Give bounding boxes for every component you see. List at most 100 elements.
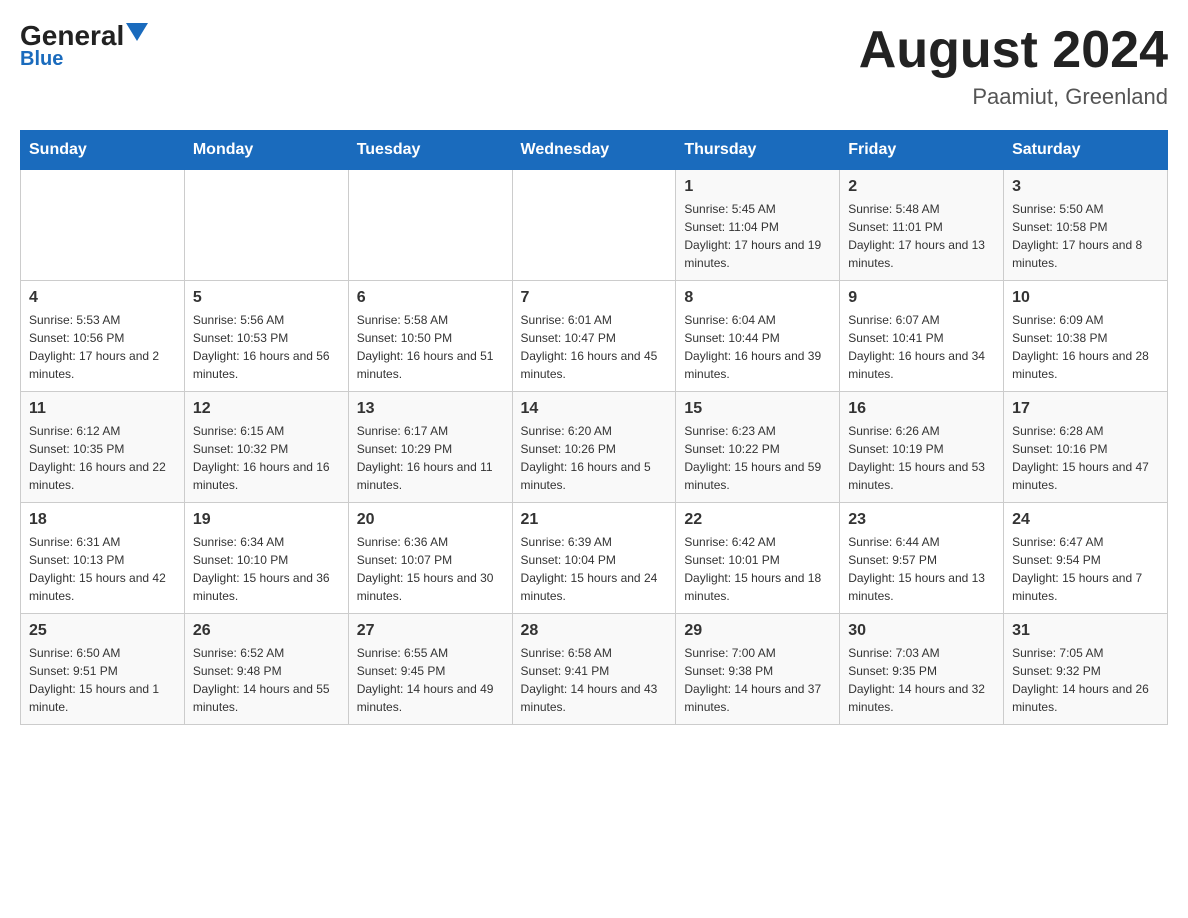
day-number: 13 (357, 400, 504, 418)
calendar-cell: 23 Sunrise: 6:44 AM Sunset: 9:57 PM Dayli… (840, 503, 1004, 614)
day-number: 17 (1012, 400, 1159, 418)
calendar-cell (348, 170, 512, 281)
day-info: Sunrise: 6:28 AM Sunset: 10:16 PM Daylig… (1012, 422, 1159, 494)
calendar-header: SundayMondayTuesdayWednesdayThursdayFrid… (21, 131, 1168, 170)
calendar-cell: 27Sunrise: 6:55 AM Sunset: 9:45 PM Dayli… (348, 614, 512, 725)
day-info: Sunrise: 6:04 AM Sunset: 10:44 PM Daylig… (684, 311, 831, 383)
day-info: Sunrise: 6:36 AM Sunset: 10:07 PM Daylig… (357, 533, 504, 605)
calendar-cell: 16Sunrise: 6:26 AM Sunset: 10:19 PM Dayl… (840, 392, 1004, 503)
calendar-cell: 28Sunrise: 6:58 AM Sunset: 9:41 PM Dayli… (512, 614, 676, 725)
calendar-cell: 17 Sunrise: 6:28 AM Sunset: 10:16 PM Dayl… (1004, 392, 1168, 503)
calendar-cell: 5Sunrise: 5:56 AM Sunset: 10:53 PM Dayli… (184, 281, 348, 392)
day-info: Sunrise: 6:20 AM Sunset: 10:26 PM Daylig… (521, 422, 668, 494)
day-number: 1 (684, 178, 831, 196)
day-info: Sunrise: 6:09 AM Sunset: 10:38 PM Daylig… (1012, 311, 1159, 383)
day-number: 29 (684, 622, 831, 640)
calendar-cell: 21Sunrise: 6:39 AM Sunset: 10:04 PM Dayl… (512, 503, 676, 614)
day-number: 12 (193, 400, 340, 418)
day-info: Sunrise: 6:47 AM Sunset: 9:54 PM Dayligh… (1012, 533, 1159, 605)
calendar-cell: 2 Sunrise: 5:48 AM Sunset: 11:01 PM Dayli… (840, 170, 1004, 281)
day-info: Sunrise: 6:15 AM Sunset: 10:32 PM Daylig… (193, 422, 340, 494)
day-number: 15 (684, 400, 831, 418)
title-section: August 2024 Paamiut, Greenland (859, 20, 1168, 110)
calendar-table: SundayMondayTuesdayWednesdayThursdayFrid… (20, 130, 1168, 725)
calendar-cell: 29 Sunrise: 7:00 AM Sunset: 9:38 PM Dayli… (676, 614, 840, 725)
header-cell-monday: Monday (184, 131, 348, 170)
calendar-cell: 13 Sunrise: 6:17 AM Sunset: 10:29 PM Dayl… (348, 392, 512, 503)
day-number: 5 (193, 289, 340, 307)
calendar-cell: 9 Sunrise: 6:07 AM Sunset: 10:41 PM Dayli… (840, 281, 1004, 392)
calendar-cell: 14Sunrise: 6:20 AM Sunset: 10:26 PM Dayl… (512, 392, 676, 503)
calendar-cell: 8 Sunrise: 6:04 AM Sunset: 10:44 PM Dayli… (676, 281, 840, 392)
calendar-cell: 18 Sunrise: 6:31 AM Sunset: 10:13 PM Dayl… (21, 503, 185, 614)
week-row-5: 25Sunrise: 6:50 AM Sunset: 9:51 PM Dayli… (21, 614, 1168, 725)
week-row-4: 18 Sunrise: 6:31 AM Sunset: 10:13 PM Dayl… (21, 503, 1168, 614)
day-info: Sunrise: 7:00 AM Sunset: 9:38 PM Dayligh… (684, 644, 831, 716)
day-info: Sunrise: 6:01 AM Sunset: 10:47 PM Daylig… (521, 311, 668, 383)
calendar-cell: 12 Sunrise: 6:15 AM Sunset: 10:32 PM Dayl… (184, 392, 348, 503)
calendar-cell: 19Sunrise: 6:34 AM Sunset: 10:10 PM Dayl… (184, 503, 348, 614)
calendar-cell (512, 170, 676, 281)
calendar-cell: 7Sunrise: 6:01 AM Sunset: 10:47 PM Dayli… (512, 281, 676, 392)
day-number: 18 (29, 511, 176, 529)
day-info: Sunrise: 6:58 AM Sunset: 9:41 PM Dayligh… (521, 644, 668, 716)
header-cell-tuesday: Tuesday (348, 131, 512, 170)
calendar-cell: 4 Sunrise: 5:53 AM Sunset: 10:56 PM Dayli… (21, 281, 185, 392)
calendar-cell: 3 Sunrise: 5:50 AM Sunset: 10:58 PM Dayli… (1004, 170, 1168, 281)
day-number: 9 (848, 289, 995, 307)
day-number: 22 (684, 511, 831, 529)
day-info: Sunrise: 6:17 AM Sunset: 10:29 PM Daylig… (357, 422, 504, 494)
calendar-cell: 10Sunrise: 6:09 AM Sunset: 10:38 PM Dayl… (1004, 281, 1168, 392)
logo-triangle-icon (126, 23, 148, 45)
calendar-cell: 24 Sunrise: 6:47 AM Sunset: 9:54 PM Dayli… (1004, 503, 1168, 614)
month-title: August 2024 (859, 20, 1168, 80)
day-info: Sunrise: 5:53 AM Sunset: 10:56 PM Daylig… (29, 311, 176, 383)
calendar-cell (21, 170, 185, 281)
day-number: 16 (848, 400, 995, 418)
week-row-2: 4 Sunrise: 5:53 AM Sunset: 10:56 PM Dayli… (21, 281, 1168, 392)
day-number: 4 (29, 289, 176, 307)
day-info: Sunrise: 6:52 AM Sunset: 9:48 PM Dayligh… (193, 644, 340, 716)
day-number: 3 (1012, 178, 1159, 196)
calendar-cell: 31 Sunrise: 7:05 AM Sunset: 9:32 PM Dayli… (1004, 614, 1168, 725)
week-row-3: 11Sunrise: 6:12 AM Sunset: 10:35 PM Dayl… (21, 392, 1168, 503)
calendar-cell: 30Sunrise: 7:03 AM Sunset: 9:35 PM Dayli… (840, 614, 1004, 725)
calendar-cell (184, 170, 348, 281)
day-number: 8 (684, 289, 831, 307)
day-info: Sunrise: 5:45 AM Sunset: 11:04 PM Daylig… (684, 200, 831, 272)
day-info: Sunrise: 5:50 AM Sunset: 10:58 PM Daylig… (1012, 200, 1159, 272)
calendar-body: 1 Sunrise: 5:45 AM Sunset: 11:04 PM Dayli… (21, 170, 1168, 725)
day-info: Sunrise: 5:58 AM Sunset: 10:50 PM Daylig… (357, 311, 504, 383)
week-row-1: 1 Sunrise: 5:45 AM Sunset: 11:04 PM Dayli… (21, 170, 1168, 281)
calendar-cell: 26Sunrise: 6:52 AM Sunset: 9:48 PM Dayli… (184, 614, 348, 725)
day-info: Sunrise: 7:03 AM Sunset: 9:35 PM Dayligh… (848, 644, 995, 716)
calendar-cell: 11Sunrise: 6:12 AM Sunset: 10:35 PM Dayl… (21, 392, 185, 503)
day-number: 2 (848, 178, 995, 196)
calendar-cell: 22 Sunrise: 6:42 AM Sunset: 10:01 PM Dayl… (676, 503, 840, 614)
day-number: 31 (1012, 622, 1159, 640)
day-info: Sunrise: 6:31 AM Sunset: 10:13 PM Daylig… (29, 533, 176, 605)
header-cell-thursday: Thursday (676, 131, 840, 170)
day-info: Sunrise: 6:50 AM Sunset: 9:51 PM Dayligh… (29, 644, 176, 716)
day-info: Sunrise: 6:42 AM Sunset: 10:01 PM Daylig… (684, 533, 831, 605)
day-info: Sunrise: 5:48 AM Sunset: 11:01 PM Daylig… (848, 200, 995, 272)
header-cell-saturday: Saturday (1004, 131, 1168, 170)
day-number: 6 (357, 289, 504, 307)
header-cell-sunday: Sunday (21, 131, 185, 170)
header-row: SundayMondayTuesdayWednesdayThursdayFrid… (21, 131, 1168, 170)
day-info: Sunrise: 6:23 AM Sunset: 10:22 PM Daylig… (684, 422, 831, 494)
calendar-cell: 25Sunrise: 6:50 AM Sunset: 9:51 PM Dayli… (21, 614, 185, 725)
calendar-cell: 20 Sunrise: 6:36 AM Sunset: 10:07 PM Dayl… (348, 503, 512, 614)
day-number: 27 (357, 622, 504, 640)
day-number: 19 (193, 511, 340, 529)
day-number: 24 (1012, 511, 1159, 529)
day-number: 23 (848, 511, 995, 529)
day-info: Sunrise: 6:07 AM Sunset: 10:41 PM Daylig… (848, 311, 995, 383)
calendar-cell: 15 Sunrise: 6:23 AM Sunset: 10:22 PM Dayl… (676, 392, 840, 503)
day-info: Sunrise: 7:05 AM Sunset: 9:32 PM Dayligh… (1012, 644, 1159, 716)
day-info: Sunrise: 6:12 AM Sunset: 10:35 PM Daylig… (29, 422, 176, 494)
logo-text-blue: Blue (20, 48, 63, 71)
day-number: 20 (357, 511, 504, 529)
header-cell-wednesday: Wednesday (512, 131, 676, 170)
day-info: Sunrise: 6:44 AM Sunset: 9:57 PM Dayligh… (848, 533, 995, 605)
